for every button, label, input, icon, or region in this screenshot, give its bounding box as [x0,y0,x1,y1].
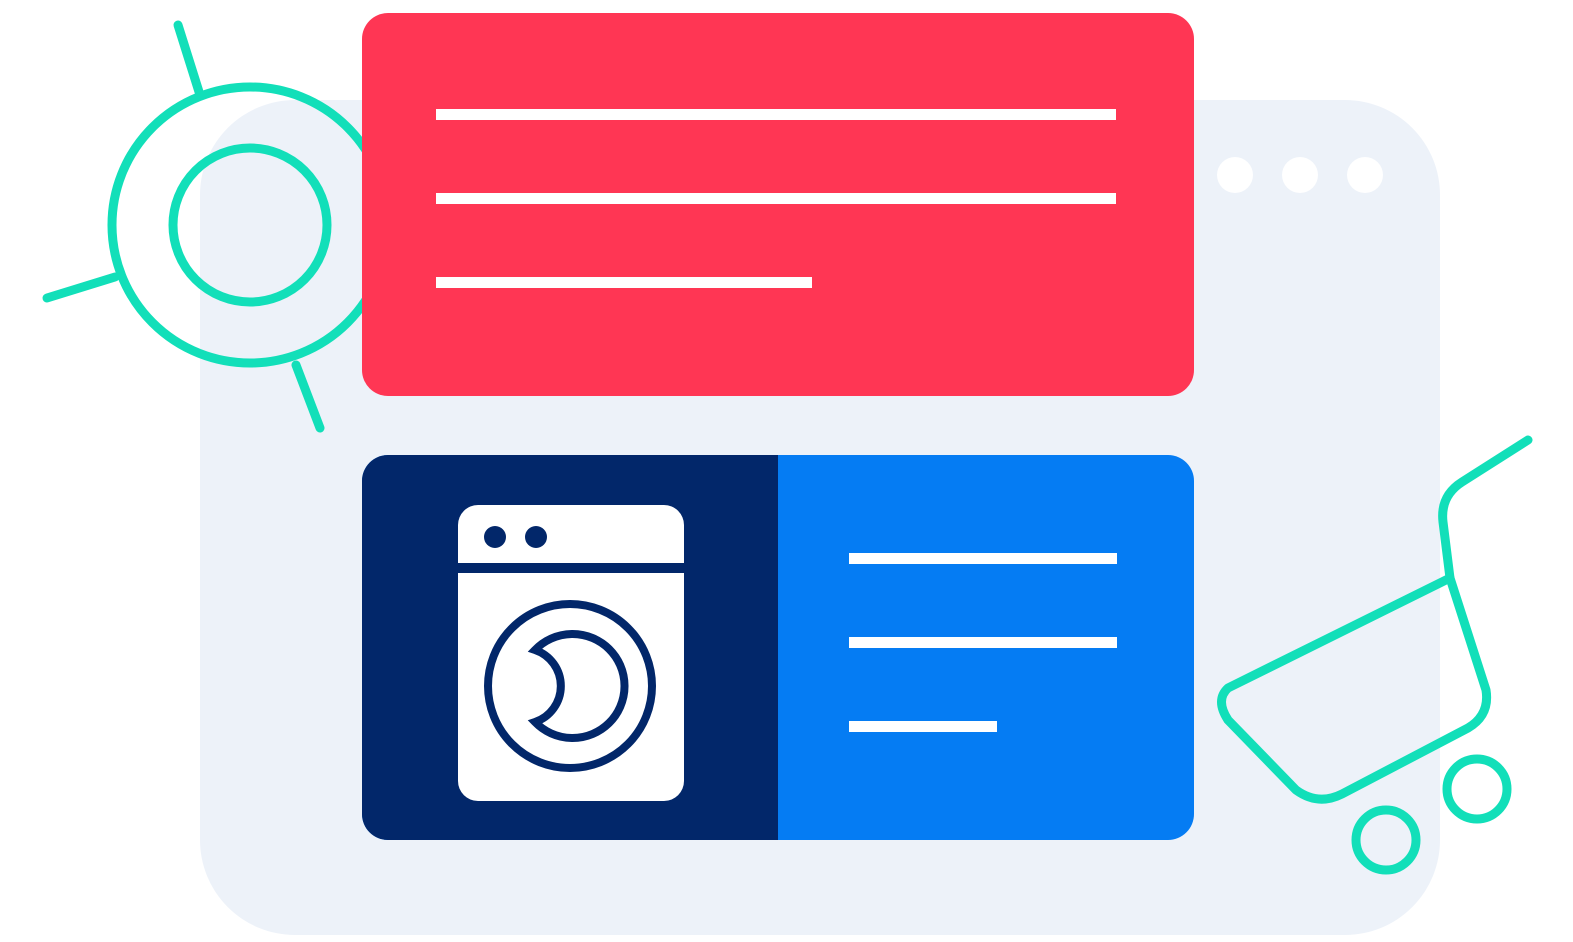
browser-dot-1 [1217,157,1253,193]
product-card-line-2 [849,637,1117,648]
red-card-body [362,13,1194,396]
washing-machine-knob-2 [525,526,547,548]
product-card-line-1 [849,553,1117,564]
red-card-line-3 [436,277,812,288]
cart-wheel-right [1442,754,1512,824]
sun-ray-top [173,20,205,100]
product-card [362,455,1194,840]
browser-dot-3 [1347,157,1383,193]
browser-dot-2 [1282,157,1318,193]
red-card-line-2 [436,193,1116,204]
illustration [42,13,1533,935]
washing-machine-knob-1 [484,526,506,548]
washing-machine-divider [458,563,684,573]
washing-machine-icon [458,505,684,801]
product-card-line-3 [849,721,997,732]
red-card-line-1 [436,109,1116,120]
sun-ray-left [42,272,120,303]
cart-handle [1438,435,1533,583]
red-card [362,13,1194,396]
